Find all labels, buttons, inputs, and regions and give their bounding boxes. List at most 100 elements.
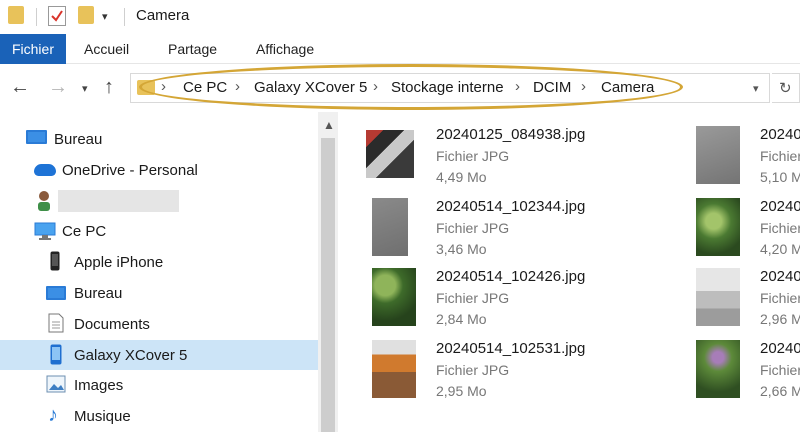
list-item[interactable]: 2024051 Fichier 2,96 M [696,268,800,336]
file-thumbnail [372,268,416,326]
tab-fichier[interactable]: Fichier [0,34,66,64]
nav-item-user[interactable] [0,186,318,216]
file-size: 4,49 Mo [436,169,487,185]
navigation-scrollbar[interactable]: ▲ [318,112,338,432]
nav-item-documents[interactable]: Documents [0,309,318,339]
new-folder-icon[interactable] [78,6,94,24]
list-item[interactable]: 20240514_102426.jpg Fichier JPG 2,84 Mo [366,268,656,336]
nav-item-label: Bureau [54,130,103,148]
scroll-up-icon[interactable]: ▲ [323,118,335,132]
file-size: 2,66 M [760,383,800,399]
file-thumbnail [372,340,416,398]
file-size: 3,46 Mo [436,241,487,257]
forward-arrow-icon[interactable]: → [48,76,68,98]
address-bar[interactable]: › Ce PC › Galaxy XCover 5 › Stockage int… [130,73,770,103]
tab-affichage[interactable]: Affichage [256,34,314,64]
file-type: Fichier JPG [436,362,510,378]
file-size: 2,96 M [760,311,800,327]
recent-locations-chevron-icon[interactable]: ▾ [82,78,88,100]
file-type: Fichier [760,220,800,236]
pictures-icon [46,375,66,393]
documents-icon [48,313,64,333]
file-size: 2,84 Mo [436,311,487,327]
breadcrumb-camera[interactable]: Camera [601,79,654,96]
refresh-icon: ↻ [779,80,792,97]
nav-item-label: Galaxy XCover 5 [74,346,188,364]
folder-icon [8,6,24,24]
file-name: 2024051 [760,340,800,357]
file-thumbnail [696,268,740,326]
file-thumbnail [366,130,414,178]
scroll-thumb[interactable] [321,138,335,432]
breadcrumb-separator: › [581,78,586,95]
file-type: Fichier [760,290,800,306]
file-size: 2,95 Mo [436,383,487,399]
nav-item-ce-pc[interactable]: Ce PC [0,216,318,246]
file-type: Fichier JPG [436,220,510,236]
file-thumbnail [696,340,740,398]
file-size: 4,20 M [760,241,800,257]
user-icon [36,190,52,212]
file-thumbnail [696,198,740,256]
divider [36,8,37,26]
navigation-toolbar: ← → ▾ ↑ › Ce PC › Galaxy XCover 5 › Stoc… [0,64,800,112]
desktop-icon [46,286,66,300]
file-name: 20240514_102531.jpg [436,340,586,357]
breadcrumb-separator: › [373,78,378,95]
file-name: 20240125_084938.jpg [436,126,586,143]
file-type: Fichier [760,362,800,378]
list-item[interactable]: 2024051 Fichier 2,66 M [696,340,800,408]
breadcrumb-stockage-interne[interactable]: Stockage interne [391,79,504,96]
nav-item-label: Images [74,376,124,394]
back-arrow-icon[interactable]: ← [10,76,30,98]
file-name: 20240514_102426.jpg [436,268,586,285]
file-size: 5,10 M [760,169,800,185]
file-name: 2024012 [760,126,800,143]
list-item[interactable]: 20240125_084938.jpg Fichier JPG 4,49 Mo [366,126,656,194]
file-name: 2024051 [760,198,800,215]
tab-accueil[interactable]: Accueil [84,34,129,64]
nav-item-label: Apple iPhone [74,253,164,271]
window-title: Camera [136,7,190,24]
ribbon-tabs: Fichier Accueil Partage Affichage [0,34,800,64]
desktop-icon [26,130,47,144]
customize-quick-access-icon[interactable]: ▾ [102,10,108,23]
nav-item-bureau[interactable]: Bureau [0,124,318,154]
file-type: Fichier JPG [436,148,510,164]
list-item[interactable]: 20240514_102531.jpg Fichier JPG 2,95 Mo [366,340,656,408]
nav-item-apple-iphone[interactable]: Apple iPhone [0,247,318,277]
tab-partage[interactable]: Partage [168,34,217,64]
folder-icon [137,80,155,95]
breadcrumb-dcim[interactable]: DCIM [533,79,571,96]
breadcrumb-separator: › [235,78,240,95]
properties-icon[interactable] [48,6,66,26]
up-arrow-icon[interactable]: ↑ [104,76,114,98]
nav-item-onedrive[interactable]: OneDrive - Personal [0,155,318,185]
breadcrumb-ce-pc[interactable]: Ce PC [183,79,227,96]
breadcrumb-galaxy-xcover-5[interactable]: Galaxy XCover 5 [254,79,367,96]
nav-item-bureau-pc[interactable]: Bureau [0,278,318,308]
navigation-pane: Bureau OneDrive - Personal Ce PC Apple i… [0,112,338,432]
address-dropdown-chevron-icon[interactable]: ▾ [753,82,759,95]
phone-icon [50,344,62,365]
file-type: Fichier [760,148,800,164]
breadcrumb-separator: › [515,78,520,95]
music-icon: ♪ [48,404,58,426]
file-type: Fichier JPG [436,290,510,306]
file-name: 2024051 [760,268,800,285]
list-item[interactable]: 20240514_102344.jpg Fichier JPG 3,46 Mo [366,198,656,266]
list-item[interactable]: 2024012 Fichier 5,10 M [696,126,800,194]
file-thumbnail [372,198,408,256]
nav-item-images[interactable]: Images [0,370,318,400]
nav-item-label: OneDrive - Personal [62,161,198,179]
file-name: 20240514_102344.jpg [436,198,586,215]
file-list: 20240125_084938.jpg Fichier JPG 4,49 Mo … [340,112,800,432]
nav-item-galaxy-xcover-5[interactable]: Galaxy XCover 5 [0,340,318,370]
nav-item-label: Documents [74,315,150,333]
list-item[interactable]: 2024051 Fichier 4,20 M [696,198,800,266]
divider [124,8,125,26]
redacted-label [58,190,179,212]
refresh-button[interactable]: ↻ [772,73,800,103]
nav-item-musique[interactable]: ♪ Musique [0,401,318,431]
phone-icon [50,251,60,271]
